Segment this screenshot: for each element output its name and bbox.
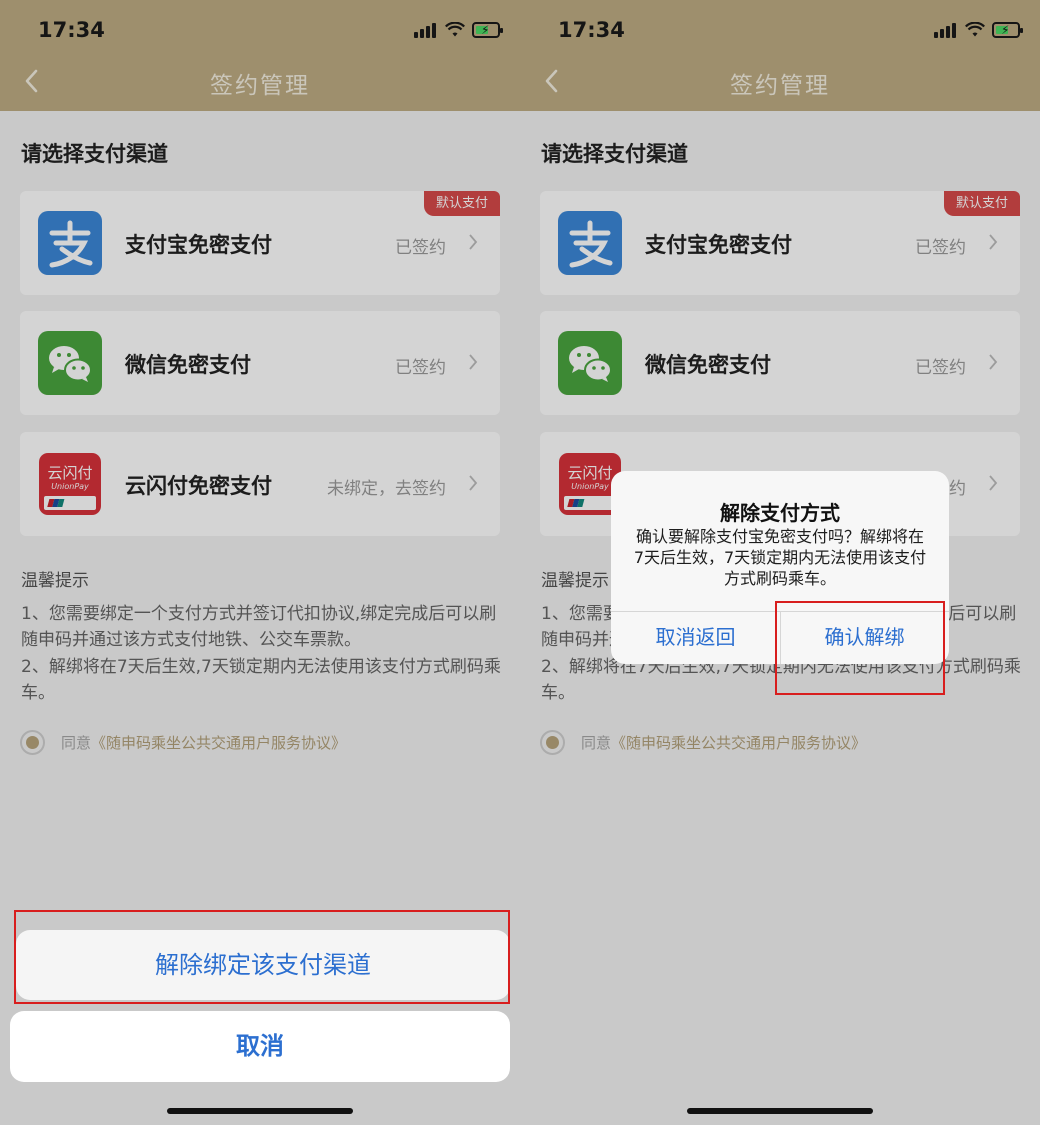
home-indicator <box>167 1108 353 1114</box>
left-screen: 17:34 ⚡ 签约管理 请选择支付渠道 支付宝免密支付 已签约 默认支付 微信… <box>0 0 520 1125</box>
highlight-box <box>14 910 510 1004</box>
highlight-box <box>775 601 945 695</box>
right-screen: 17:34 ⚡ 签约管理 请选择支付渠道 支付宝免密支付 已签约 默认支付 微信… <box>520 0 1040 1125</box>
sheet-cancel-button[interactable]: 取消 <box>10 1011 510 1082</box>
home-indicator <box>687 1108 873 1114</box>
dialog-message: 确认要解除支付宝免密支付吗？解绑将在7天后生效，7天锁定期内无法使用该支付方式刷… <box>633 527 927 588</box>
dialog-title: 解除支付方式 <box>720 501 840 525</box>
dialog-cancel-button[interactable]: 取消返回 <box>611 611 780 664</box>
